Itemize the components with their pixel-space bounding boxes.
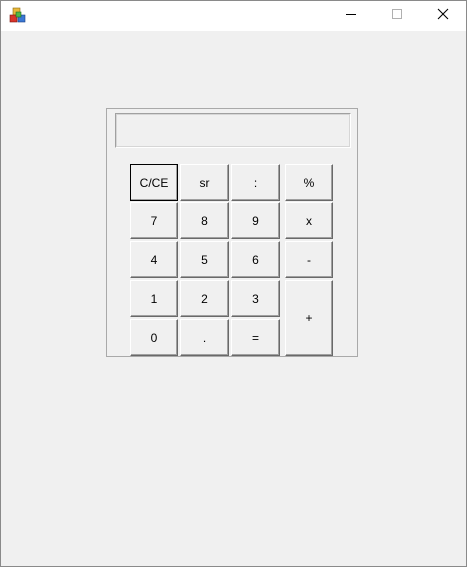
maximize-icon [391,7,403,25]
sqrt-button[interactable]: sr [180,164,229,201]
minimize-button[interactable] [328,1,374,31]
cubes-icon [9,7,27,25]
minus-button[interactable]: - [285,241,333,278]
minimize-icon [345,7,357,25]
maximize-button[interactable] [374,1,420,31]
digit-0-button[interactable]: 0 [130,319,178,356]
plus-button[interactable]: + [285,280,333,356]
divide-button[interactable]: : [231,164,280,201]
title-bar[interactable] [1,1,466,31]
digit-7-button[interactable]: 7 [130,202,178,239]
close-button[interactable] [420,1,466,31]
digit-9-button[interactable]: 9 [231,202,280,239]
digit-2-button[interactable]: 2 [180,280,229,317]
calculator-window: C/CE sr : % 7 8 9 x 4 5 6 - 1 2 3 + 0 . … [0,0,467,567]
multiply-button[interactable]: x [285,202,333,239]
digit-5-button[interactable]: 5 [180,241,229,278]
clear-button[interactable]: C/CE [130,164,178,201]
close-icon [437,7,449,25]
percent-button[interactable]: % [285,164,333,201]
digit-8-button[interactable]: 8 [180,202,229,239]
decimal-point-button[interactable]: . [180,319,229,356]
digit-6-button[interactable]: 6 [231,241,280,278]
digit-3-button[interactable]: 3 [231,280,280,317]
calculator-display[interactable] [115,113,351,148]
equals-button[interactable]: = [231,319,280,356]
digit-1-button[interactable]: 1 [130,280,178,317]
digit-4-button[interactable]: 4 [130,241,178,278]
